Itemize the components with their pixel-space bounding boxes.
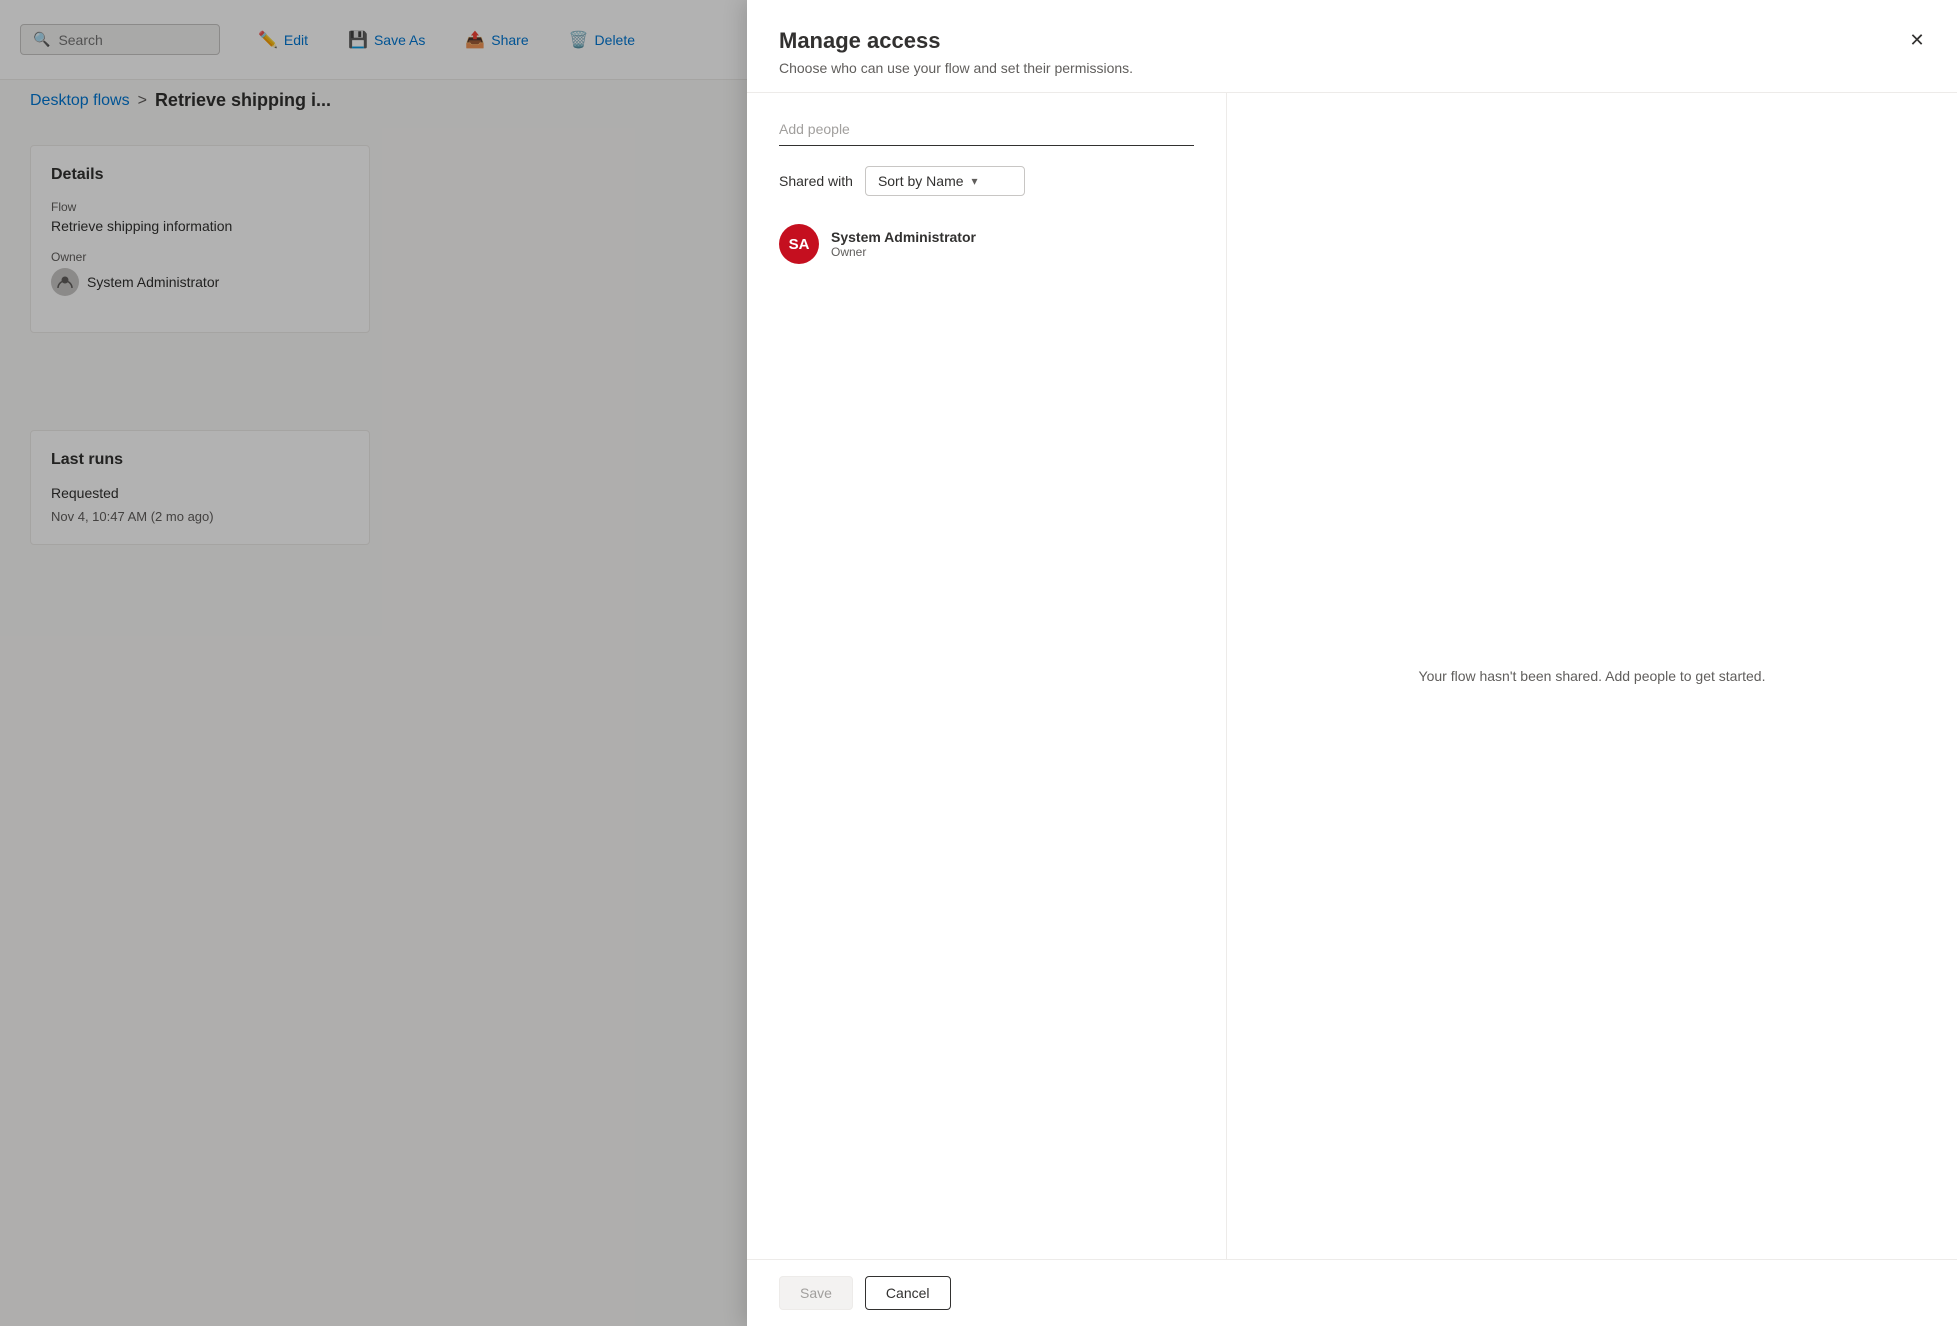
user-initials: SA <box>789 236 810 253</box>
modal-subtitle: Choose who can use your flow and set the… <box>779 60 1925 76</box>
shared-user-item: SA System Administrator Owner <box>779 216 1194 272</box>
modal-title: Manage access <box>779 28 1925 54</box>
user-name: System Administrator <box>831 229 976 245</box>
cancel-button[interactable]: Cancel <box>865 1276 951 1310</box>
modal-close-button[interactable]: ✕ <box>1901 24 1933 56</box>
chevron-down-icon: ▾ <box>972 174 978 188</box>
sort-by-label: Sort by Name <box>878 173 964 189</box>
modal-header: Manage access Choose who can use your fl… <box>747 0 1957 93</box>
shared-with-row: Shared with Sort by Name ▾ <box>779 166 1194 196</box>
shared-with-label: Shared with <box>779 173 853 189</box>
add-people-input[interactable] <box>779 117 1194 146</box>
sort-by-dropdown[interactable]: Sort by Name ▾ <box>865 166 1025 196</box>
user-role: Owner <box>831 245 976 259</box>
modal-footer: Save Cancel <box>747 1259 1957 1326</box>
manage-access-modal: Manage access Choose who can use your fl… <box>747 0 1957 1326</box>
user-info: System Administrator Owner <box>831 229 976 259</box>
modal-left-panel: Shared with Sort by Name ▾ SA System Adm… <box>747 93 1227 1259</box>
modal-body: Shared with Sort by Name ▾ SA System Adm… <box>747 93 1957 1259</box>
user-avatar: SA <box>779 224 819 264</box>
empty-state-text: Your flow hasn't been shared. Add people… <box>1419 668 1766 684</box>
save-button: Save <box>779 1276 853 1310</box>
modal-right-panel: Your flow hasn't been shared. Add people… <box>1227 93 1957 1259</box>
